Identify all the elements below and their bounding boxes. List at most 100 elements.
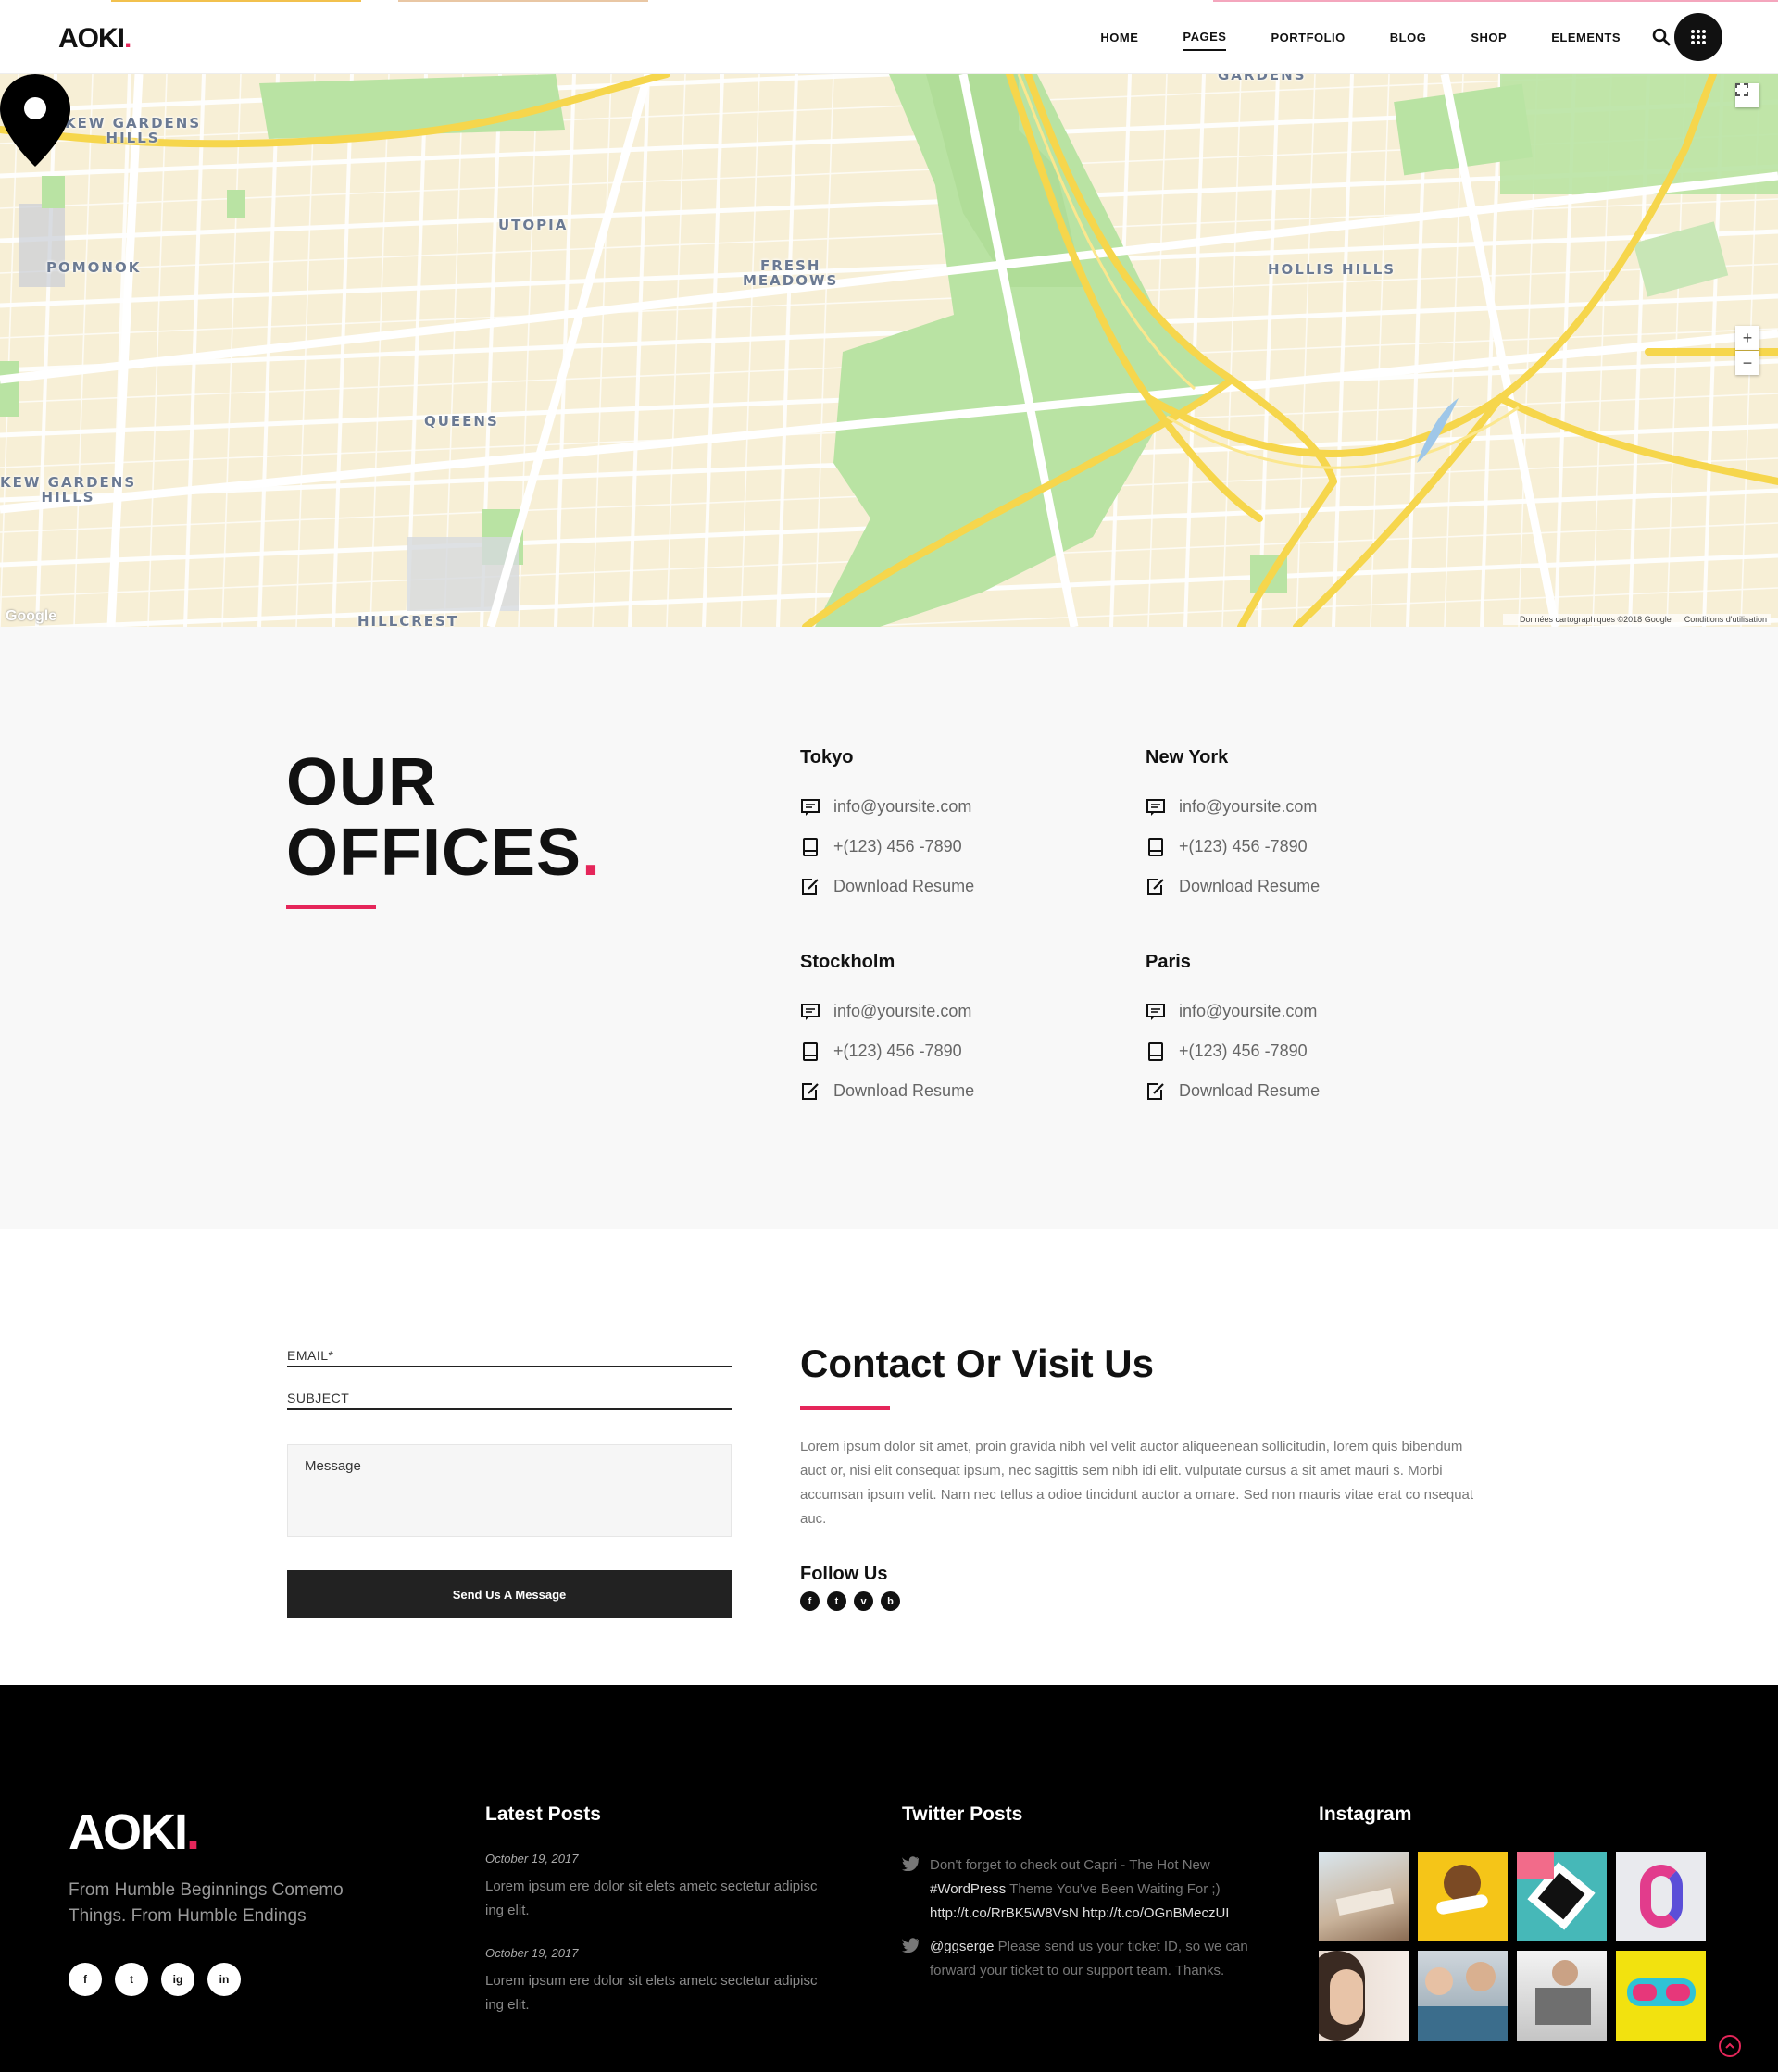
office-email[interactable]: info@yoursite.com bbox=[800, 787, 1096, 827]
latest-post[interactable]: October 19, 2017 Lorem ipsum ere dolor s… bbox=[485, 1946, 837, 2017]
instagram-photo[interactable] bbox=[1616, 1951, 1706, 2041]
nav-elements[interactable]: ELEMENTS bbox=[1551, 25, 1621, 50]
office-phone-text: +(123) 456 -7890 bbox=[833, 1042, 962, 1060]
map-label-queens: QUEENS bbox=[424, 413, 499, 430]
logo[interactable]: AOKI. bbox=[58, 23, 131, 55]
zoom-in-button[interactable]: + bbox=[1735, 326, 1759, 350]
email-field[interactable] bbox=[287, 1366, 732, 1367]
nav-portfolio[interactable]: PORTFOLIO bbox=[1271, 25, 1345, 50]
nav-pages[interactable]: PAGES bbox=[1183, 24, 1227, 51]
instagram-grid bbox=[1319, 1852, 1706, 2041]
top-accent-bar bbox=[111, 0, 361, 2]
post-date: October 19, 2017 bbox=[485, 1852, 579, 1866]
nav-shop[interactable]: SHOP bbox=[1471, 25, 1507, 50]
twitter-icon[interactable]: t bbox=[827, 1591, 846, 1611]
office-phone[interactable]: +(123) 456 -7890 bbox=[1146, 827, 1442, 867]
facebook-icon[interactable]: f bbox=[69, 1963, 102, 1996]
map-canvas bbox=[0, 74, 1778, 627]
instagram-photo[interactable] bbox=[1319, 1852, 1409, 1941]
contact-section: EMAIL* SUBJECT Message Send Us A Message… bbox=[0, 1229, 1778, 1685]
twitter-icon[interactable]: t bbox=[115, 1963, 148, 1996]
office-resume-link[interactable]: Download Resume bbox=[800, 867, 1096, 906]
office-phone[interactable]: +(123) 456 -7890 bbox=[1146, 1031, 1442, 1071]
footer-logo[interactable]: AOKI. bbox=[69, 1804, 200, 1861]
follow-icons: f t v b bbox=[800, 1591, 908, 1611]
instagram-photo[interactable] bbox=[1517, 1852, 1607, 1941]
tweet-text: Don't forget to check out Capri - The Ho… bbox=[930, 1857, 1210, 1873]
office-phone-text: +(123) 456 -7890 bbox=[833, 837, 962, 855]
zoom-out-button[interactable]: − bbox=[1735, 351, 1759, 375]
post-text: Lorem ipsum ere dolor sit elets ametc se… bbox=[485, 1973, 818, 2013]
tweet: @ggserge Please send us your ticket ID, … bbox=[902, 1935, 1263, 1983]
post-text: Lorem ipsum ere dolor sit elets ametc se… bbox=[485, 1879, 818, 1918]
office-email[interactable]: info@yoursite.com bbox=[800, 992, 1096, 1031]
office-phone-text: +(123) 456 -7890 bbox=[1179, 837, 1308, 855]
instagram-photo[interactable] bbox=[1319, 1951, 1409, 2041]
nav-home[interactable]: HOME bbox=[1100, 25, 1138, 50]
follow-title: Follow Us bbox=[800, 1564, 888, 1584]
fullscreen-icon[interactable] bbox=[1735, 83, 1759, 107]
offices-title-rule bbox=[286, 905, 376, 909]
office-resume-text: Download Resume bbox=[833, 877, 975, 895]
instagram-photo[interactable] bbox=[1517, 1951, 1607, 2041]
map-label-kew-gardens-hills: KEW GARDENS HILLS bbox=[65, 115, 202, 146]
edit-icon bbox=[1147, 878, 1164, 895]
linkedin-icon[interactable]: in bbox=[207, 1963, 241, 1996]
map-label-pomonok: POMONOK bbox=[46, 259, 142, 276]
mail-icon bbox=[1146, 798, 1165, 816]
nav-blog[interactable]: BLOG bbox=[1390, 25, 1427, 50]
send-message-button[interactable]: Send Us A Message bbox=[287, 1570, 732, 1618]
tweet-hashtag[interactable]: #WordPress bbox=[930, 1881, 1006, 1897]
twitter-posts-title: Twitter Posts bbox=[902, 1804, 1023, 1825]
tweet-text: Theme You've Been Waiting For ;) bbox=[1006, 1881, 1221, 1897]
behance-icon[interactable]: b bbox=[881, 1591, 900, 1611]
offices-title-line1: OUR bbox=[286, 745, 437, 819]
footer-social: f t ig in bbox=[69, 1963, 254, 1996]
search-icon[interactable] bbox=[1650, 26, 1672, 48]
scroll-to-top-icon[interactable] bbox=[1719, 2035, 1741, 2057]
map-label-fresh-meadows: FRESH MEADOWS bbox=[743, 257, 839, 289]
office-card: New York info@yoursite.com +(123) 456 -7… bbox=[1146, 747, 1442, 906]
office-city: Tokyo bbox=[800, 747, 854, 768]
instagram-photo[interactable] bbox=[1418, 1951, 1508, 2041]
contact-title: Contact Or Visit Us bbox=[800, 1342, 1154, 1385]
location-pin-icon[interactable] bbox=[0, 74, 70, 167]
map-label-gardens: GARDENS bbox=[1218, 74, 1307, 83]
mail-icon bbox=[801, 798, 820, 816]
subject-field[interactable] bbox=[287, 1408, 732, 1410]
office-email-text: info@yoursite.com bbox=[1179, 797, 1318, 816]
footer-logo-dot: . bbox=[186, 1804, 200, 1860]
latest-post[interactable]: October 19, 2017 Lorem ipsum ere dolor s… bbox=[485, 1852, 837, 1923]
office-resume-link[interactable]: Download Resume bbox=[1146, 1071, 1442, 1111]
office-email[interactable]: info@yoursite.com bbox=[1146, 992, 1442, 1031]
map[interactable]: KEW GARDENS HILLS KEW GARDENS HILLS POMONO… bbox=[0, 74, 1778, 627]
latest-posts-title: Latest Posts bbox=[485, 1804, 601, 1825]
office-phone[interactable]: +(123) 456 -7890 bbox=[800, 1031, 1096, 1071]
phone-icon bbox=[1148, 837, 1163, 856]
vimeo-icon[interactable]: v bbox=[854, 1591, 873, 1611]
grid-menu-icon[interactable] bbox=[1674, 13, 1722, 61]
phone-icon bbox=[803, 1042, 818, 1061]
office-email-text: info@yoursite.com bbox=[833, 797, 972, 816]
facebook-icon[interactable]: f bbox=[800, 1591, 820, 1611]
instagram-photo[interactable] bbox=[1616, 1852, 1706, 1941]
office-resume-link[interactable]: Download Resume bbox=[1146, 867, 1442, 906]
offices-title: OUR OFFICES. bbox=[286, 747, 601, 888]
office-resume-link[interactable]: Download Resume bbox=[800, 1071, 1096, 1111]
offices-section: OUR OFFICES. Tokyo info@yoursite.com +(1… bbox=[0, 627, 1778, 1229]
office-email[interactable]: info@yoursite.com bbox=[1146, 787, 1442, 827]
tweet-handle[interactable]: @ggserge bbox=[930, 1939, 994, 1954]
subject-field-label: SUBJECT bbox=[287, 1391, 350, 1405]
office-phone[interactable]: +(123) 456 -7890 bbox=[800, 827, 1096, 867]
footer: AOKI. From Humble Beginnings Comemo Thin… bbox=[0, 1685, 1778, 2072]
office-phone-text: +(123) 456 -7890 bbox=[1179, 1042, 1308, 1060]
top-accent-bar bbox=[398, 0, 648, 2]
map-terms-link[interactable]: Conditions d'utilisation bbox=[1684, 615, 1767, 624]
instagram-photo[interactable] bbox=[1418, 1852, 1508, 1941]
message-textarea[interactable]: Message bbox=[287, 1444, 732, 1537]
map-attribution-text: Données cartographiques ©2018 Google bbox=[1519, 615, 1672, 624]
tweet-links[interactable]: http://t.co/RrBK5W8VsN http://t.co/OGnBM… bbox=[930, 1905, 1229, 1921]
mail-icon bbox=[1146, 1003, 1165, 1020]
instagram-icon[interactable]: ig bbox=[161, 1963, 194, 1996]
post-date: October 19, 2017 bbox=[485, 1946, 579, 1960]
